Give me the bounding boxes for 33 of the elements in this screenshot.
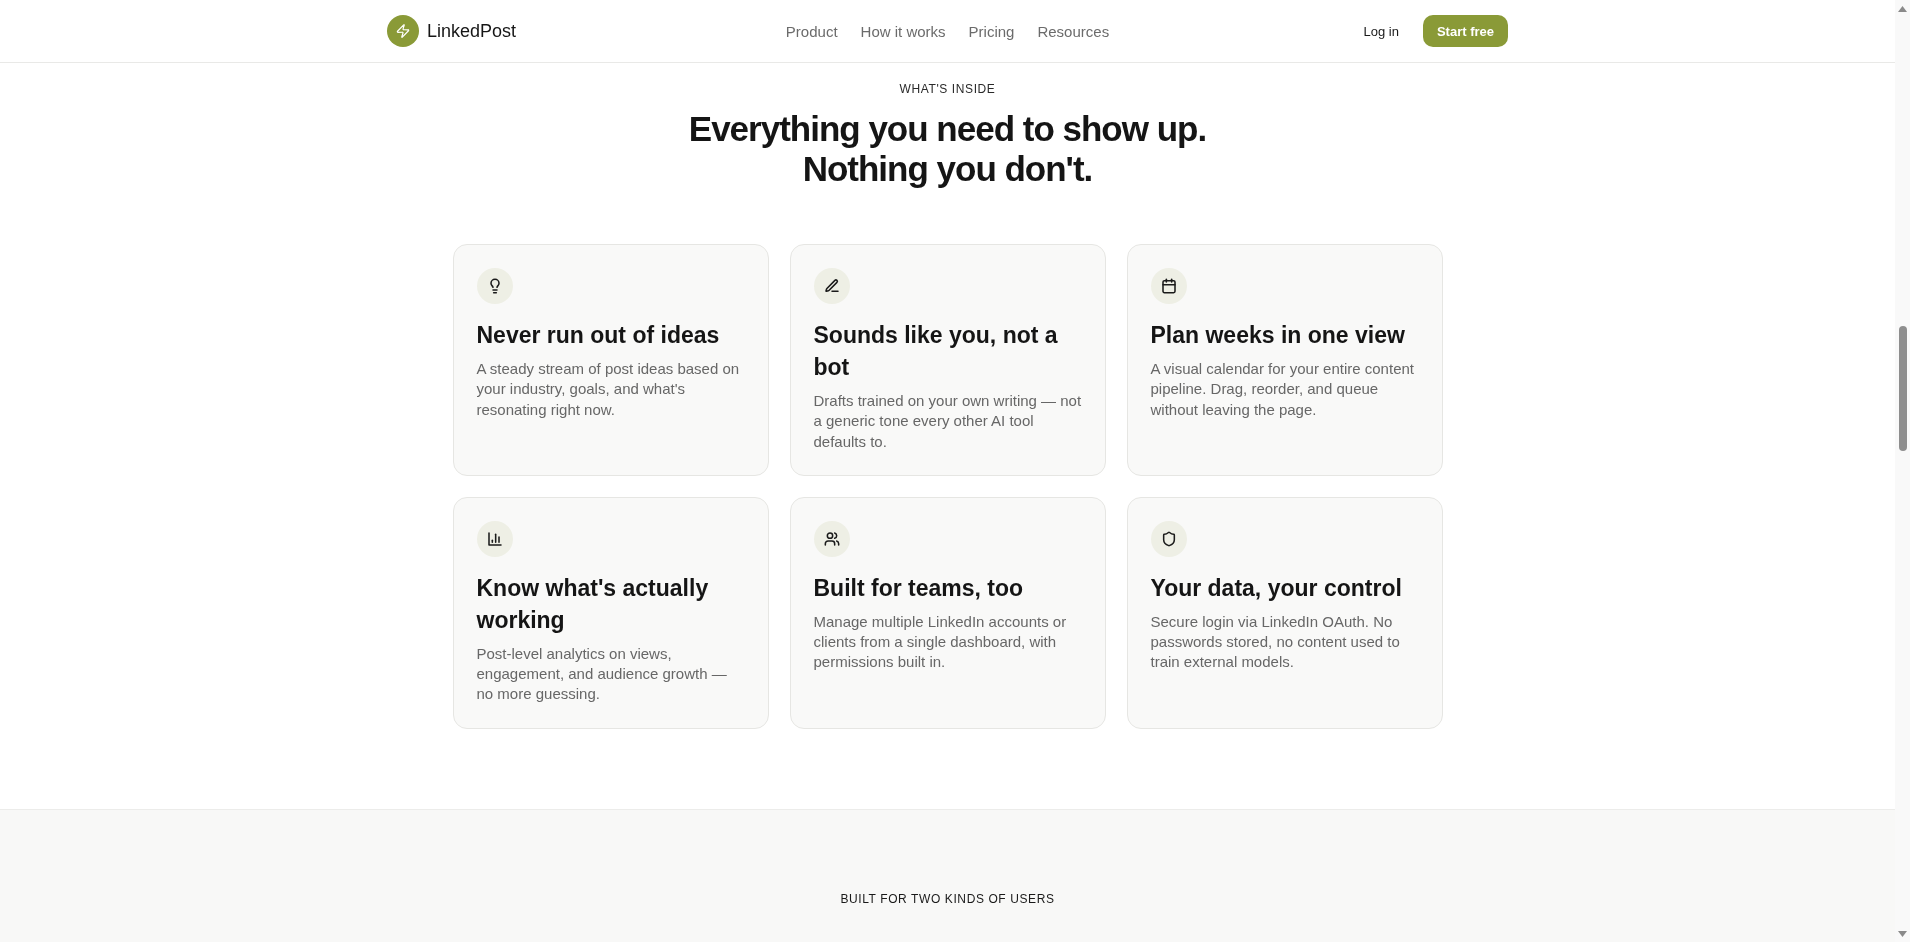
section-heading: Everything you need to show up. Nothing you don't. bbox=[688, 109, 1207, 189]
brand-name[interactable]: LinkedPost bbox=[427, 20, 517, 42]
card-description: Secure login via LinkedIn OAuth. No passwords stored, no content used to train external models. bbox=[1150, 611, 1401, 673]
bar-chart-icon bbox=[476, 520, 513, 557]
card-title: Know what's actually working bbox=[476, 573, 710, 635]
card-title: Plan weeks in one view bbox=[1150, 321, 1405, 350]
users-icon bbox=[813, 520, 850, 557]
scroll-up-arrow-icon[interactable] bbox=[1898, 6, 1907, 12]
lightning-logo-icon[interactable] bbox=[387, 15, 419, 47]
card-title: Built for teams, too bbox=[813, 573, 1024, 603]
card-title: Your data, your control bbox=[1150, 573, 1402, 603]
card-title: Sounds like you, not a bot bbox=[813, 321, 1059, 382]
nav-link[interactable]: Product bbox=[785, 22, 838, 40]
card-description: A steady stream of post ideas based on your industry, goals, and what's resonating right now. bbox=[476, 359, 741, 420]
lightbulb-icon bbox=[476, 268, 513, 304]
card-description: Manage multiple LinkedIn accounts or clients from a single dashboard, with permissions built in. bbox=[813, 611, 1068, 673]
section-eyebrow: WHAT'S INSIDE bbox=[899, 81, 996, 97]
shield-icon bbox=[1150, 520, 1187, 557]
nav-link[interactable]: How it works bbox=[860, 22, 946, 40]
nav-link[interactable]: Resources bbox=[1037, 22, 1110, 40]
card-description: Drafts trained on your own writing — not a generic tone every other AI tool defaults to. bbox=[813, 391, 1082, 452]
scrollbar-thumb[interactable] bbox=[1898, 326, 1907, 451]
calendar-icon bbox=[1150, 268, 1187, 304]
nav-link[interactable]: Pricing bbox=[968, 22, 1015, 40]
card-description: Post-level analytics on views, engagement, and audience growth — no more guessing. bbox=[476, 643, 728, 705]
section-eyebrow: BUILT FOR TWO KINDS OF USERS bbox=[840, 890, 1055, 907]
pencil-icon bbox=[813, 268, 850, 304]
log-in-link[interactable]: Log in bbox=[1363, 23, 1399, 39]
start-free-button[interactable]: Start free bbox=[1422, 15, 1508, 47]
scrollbar[interactable] bbox=[1895, 0, 1910, 942]
card-title: Never run out of ideas bbox=[476, 321, 720, 350]
card-description: A visual calendar for your entire content pipeline. Drag, reorder, and queue without leaving the page. bbox=[1150, 359, 1415, 420]
scroll-down-arrow-icon[interactable] bbox=[1898, 931, 1907, 937]
